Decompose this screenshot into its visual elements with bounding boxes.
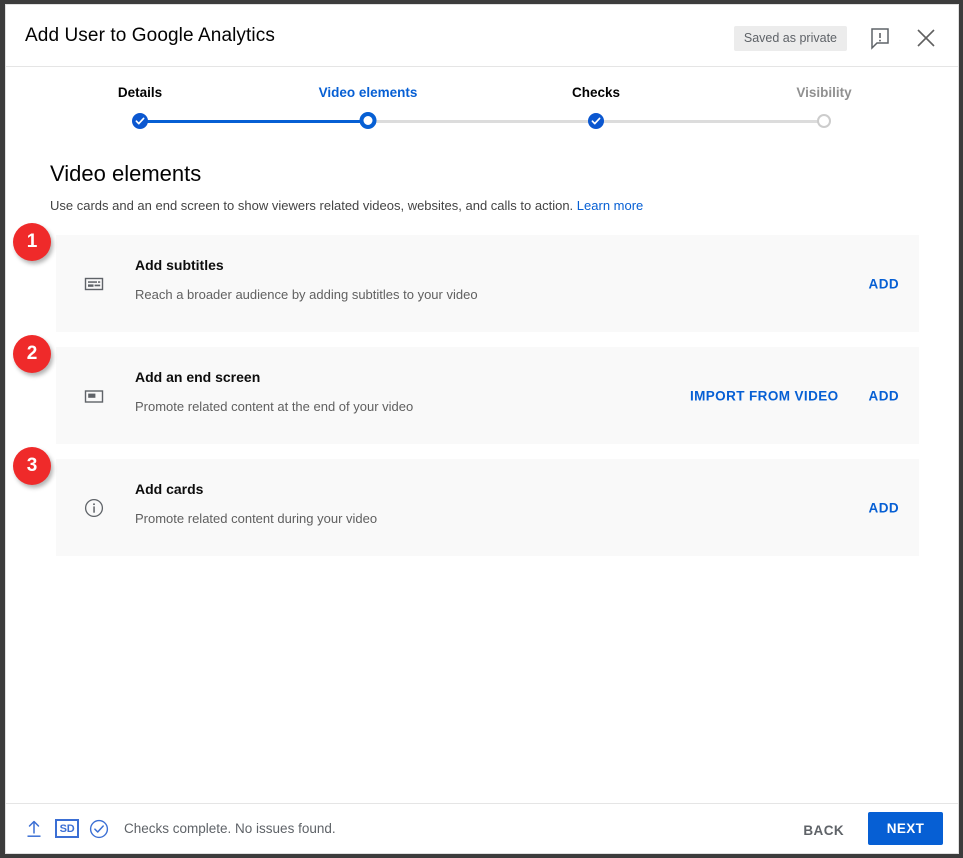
dialog-header: Add User to Google Analytics Saved as pr… — [6, 5, 958, 67]
annotation-badge-2: 2 — [13, 335, 51, 373]
import-from-video-button[interactable]: IMPORT FROM VIDEO — [688, 384, 841, 407]
stepper-track-2 — [368, 120, 596, 123]
section-description-text: Use cards and an end screen to show view… — [50, 198, 574, 213]
next-button[interactable]: NEXT — [868, 812, 943, 845]
stepper-dot-details[interactable] — [132, 113, 148, 129]
progress-stepper: Details Video elements Checks Visibility — [6, 67, 958, 149]
card-title: Add an end screen — [135, 369, 261, 385]
stepper-label-details: Details — [117, 85, 163, 100]
check-circle-icon — [88, 818, 110, 840]
card-title: Add subtitles — [135, 257, 224, 273]
stepper-label-checks: Checks — [571, 85, 621, 100]
card-subtitle: Promote related content at the end of yo… — [135, 399, 414, 414]
card-actions: IMPORT FROM VIDEO ADD — [688, 384, 919, 407]
annotation-badge-1: 1 — [13, 223, 51, 261]
card-actions: ADD — [867, 496, 919, 519]
main-content: Video elements Use cards and an end scre… — [6, 149, 958, 811]
dialog-footer: SD Checks complete. No issues found. BAC… — [6, 803, 958, 853]
stepper-label-visibility: Visibility — [796, 85, 852, 100]
video-element-card-end-screen[interactable]: Add an end screen Promote related conten… — [56, 347, 919, 444]
upload-arrow-icon[interactable] — [23, 818, 45, 840]
add-end-screen-button[interactable]: ADD — [867, 384, 901, 407]
stepper-label-video-elements: Video elements — [318, 85, 418, 100]
video-element-card-cards[interactable]: Add cards Promote related content during… — [56, 459, 919, 556]
add-subtitles-button[interactable]: ADD — [867, 272, 901, 295]
add-cards-button[interactable]: ADD — [867, 496, 901, 519]
page-title: Add User to Google Analytics — [25, 25, 275, 46]
end-screen-icon — [81, 383, 107, 409]
annotation-badge-3: 3 — [13, 447, 51, 485]
card-title: Add cards — [135, 481, 204, 497]
info-circle-icon — [81, 495, 107, 521]
section-title: Video elements — [50, 161, 202, 186]
add-user-dialog: Add User to Google Analytics Saved as pr… — [5, 4, 959, 854]
card-subtitle: Reach a broader audience by adding subti… — [135, 287, 478, 302]
video-quality-badge: SD — [55, 819, 79, 838]
report-feedback-icon[interactable] — [867, 25, 893, 51]
stepper-track-1 — [140, 120, 368, 123]
video-element-card-subtitles[interactable]: Add subtitles Reach a broader audience b… — [56, 235, 919, 332]
stepper-dot-checks[interactable] — [588, 113, 604, 129]
back-button[interactable]: BACK — [795, 817, 852, 844]
learn-more-link[interactable]: Learn more — [577, 198, 643, 213]
stepper-dot-visibility[interactable] — [817, 114, 831, 128]
section-description: Use cards and an end screen to show view… — [50, 198, 643, 213]
close-icon[interactable] — [912, 24, 940, 52]
subtitles-icon — [81, 271, 107, 297]
status-badge: Saved as private — [733, 26, 847, 51]
stepper-dot-video-elements[interactable] — [359, 112, 377, 129]
card-actions: ADD — [867, 272, 919, 295]
card-subtitle: Promote related content during your vide… — [135, 511, 378, 526]
stepper-track-3 — [596, 120, 824, 123]
checks-status-text: Checks complete. No issues found. — [124, 821, 336, 836]
